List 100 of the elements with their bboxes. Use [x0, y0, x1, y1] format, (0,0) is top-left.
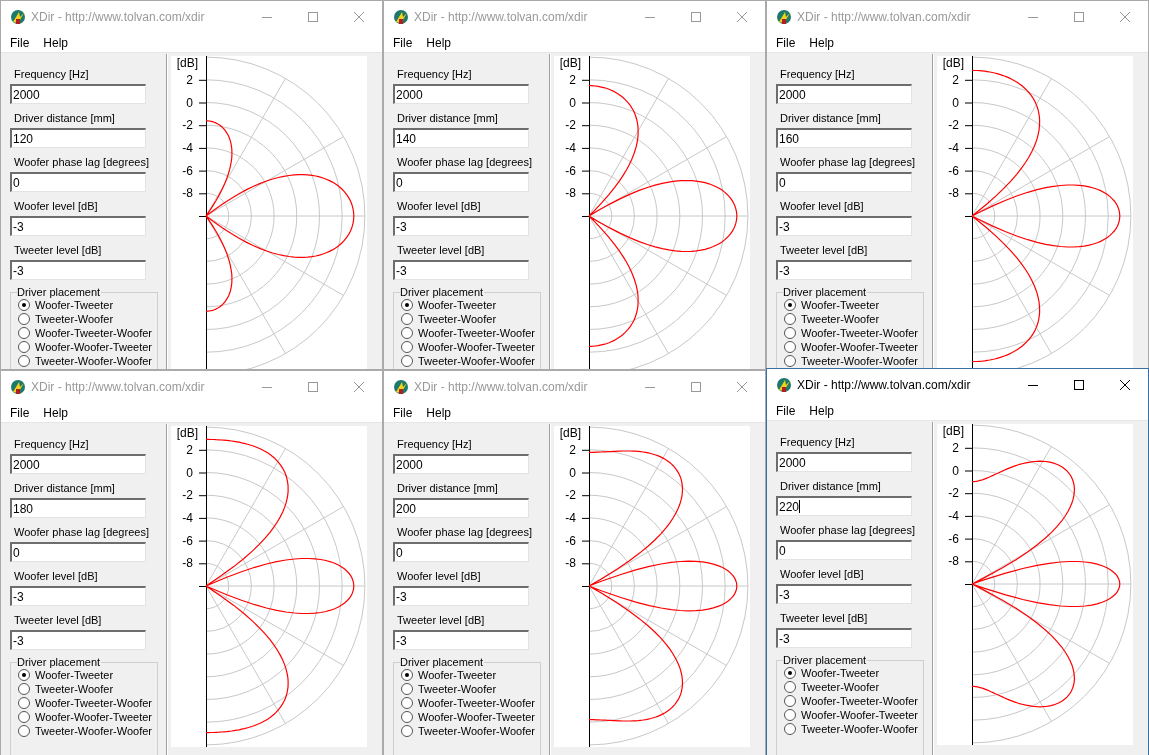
input-field[interactable]: 200 [393, 498, 529, 518]
input-field[interactable]: 0 [10, 542, 146, 562]
menu-item[interactable]: Help [36, 33, 76, 52]
menu-item[interactable]: Help [802, 33, 842, 52]
input-field[interactable]: -3 [393, 260, 529, 280]
radio-button[interactable] [784, 327, 796, 339]
input-field[interactable]: -3 [776, 260, 912, 280]
radio-option[interactable]: Woofer-Tweeter-Woofer [784, 695, 918, 707]
input-field[interactable]: 120 [10, 128, 146, 148]
radio-option[interactable]: Tweeter-Woofer-Woofer [401, 355, 535, 367]
radio-button[interactable] [401, 355, 413, 367]
radio-button[interactable] [784, 299, 796, 311]
menu-item[interactable]: File [769, 401, 803, 420]
input-field[interactable]: 0 [393, 172, 529, 192]
menu-item[interactable]: Help [419, 33, 459, 52]
input-field[interactable]: 2000 [776, 84, 912, 104]
input-field[interactable]: 2000 [776, 452, 912, 472]
radio-option[interactable]: Tweeter-Woofer [18, 313, 114, 325]
radio-button[interactable] [784, 723, 796, 735]
input-field[interactable]: 2000 [10, 84, 146, 104]
radio-button[interactable] [784, 681, 796, 693]
radio-button[interactable] [784, 313, 796, 325]
radio-option[interactable]: Woofer-Tweeter-Woofer [784, 327, 918, 339]
radio-button[interactable] [784, 695, 796, 707]
radio-option[interactable]: Tweeter-Woofer-Woofer [401, 725, 535, 737]
input-field[interactable]: -3 [10, 260, 146, 280]
input-field[interactable]: -3 [10, 586, 146, 606]
radio-button[interactable] [18, 313, 30, 325]
radio-option[interactable]: Tweeter-Woofer-Woofer [784, 355, 918, 367]
radio-option[interactable]: Tweeter-Woofer [784, 313, 880, 325]
radio-option[interactable]: Tweeter-Woofer [784, 681, 880, 693]
radio-button[interactable] [401, 697, 413, 709]
input-field[interactable]: 2000 [10, 454, 146, 474]
radio-button[interactable] [401, 711, 413, 723]
radio-option[interactable]: Tweeter-Woofer-Woofer [784, 723, 918, 735]
input-field[interactable]: 0 [10, 172, 146, 192]
input-field[interactable]: -3 [776, 628, 912, 648]
radio-button[interactable] [784, 667, 796, 679]
radio-option[interactable]: Woofer-Tweeter-Woofer [18, 327, 152, 339]
input-field[interactable]: -3 [393, 630, 529, 650]
radio-button[interactable] [784, 709, 796, 721]
input-field[interactable]: -3 [393, 216, 529, 236]
radio-button[interactable] [784, 355, 796, 367]
radio-option[interactable]: Tweeter-Woofer-Woofer [18, 725, 152, 737]
radio-button[interactable] [18, 669, 30, 681]
input-field[interactable]: -3 [776, 216, 912, 236]
input-field[interactable]: 2000 [393, 454, 529, 474]
input-field[interactable]: -3 [393, 586, 529, 606]
input-field[interactable]: 0 [776, 172, 912, 192]
radio-button[interactable] [18, 327, 30, 339]
input-field[interactable]: 0 [393, 542, 529, 562]
input-field[interactable]: 160 [776, 128, 912, 148]
radio-option[interactable]: Woofer-Tweeter [18, 669, 114, 681]
radio-button[interactable] [18, 725, 30, 737]
menu-item[interactable]: File [3, 33, 37, 52]
radio-option[interactable]: Woofer-Tweeter [784, 299, 880, 311]
radio-button[interactable] [401, 313, 413, 325]
input-field[interactable]: -3 [10, 216, 146, 236]
radio-button[interactable] [401, 725, 413, 737]
radio-button[interactable] [401, 683, 413, 695]
menu-item[interactable]: File [386, 33, 420, 52]
menu-item[interactable]: Help [36, 403, 76, 422]
radio-button[interactable] [18, 341, 30, 353]
menu-item[interactable]: File [769, 33, 803, 52]
radio-option[interactable]: Tweeter-Woofer [401, 313, 497, 325]
menu-item[interactable]: Help [419, 403, 459, 422]
radio-option[interactable]: Tweeter-Woofer [401, 683, 497, 695]
radio-option[interactable]: Woofer-Tweeter-Woofer [18, 697, 152, 709]
input-field[interactable]: -3 [10, 630, 146, 650]
menu-item[interactable]: Help [802, 401, 842, 420]
radio-option[interactable]: Woofer-Woofer-Tweeter [784, 709, 918, 721]
radio-option[interactable]: Woofer-Woofer-Tweeter [784, 341, 918, 353]
menu-item[interactable]: File [386, 403, 420, 422]
input-field[interactable]: 0 [776, 540, 912, 560]
radio-option[interactable]: Woofer-Woofer-Tweeter [18, 341, 152, 353]
radio-button[interactable] [18, 683, 30, 695]
radio-option[interactable]: Woofer-Tweeter [401, 299, 497, 311]
radio-button[interactable] [401, 327, 413, 339]
input-field[interactable]: -3 [776, 584, 912, 604]
radio-option[interactable]: Woofer-Tweeter [401, 669, 497, 681]
input-field[interactable]: 180 [10, 498, 146, 518]
radio-option[interactable]: Tweeter-Woofer [18, 683, 114, 695]
radio-button[interactable] [18, 299, 30, 311]
radio-option[interactable]: Woofer-Tweeter [18, 299, 114, 311]
radio-option[interactable]: Woofer-Tweeter-Woofer [401, 327, 535, 339]
radio-button[interactable] [18, 697, 30, 709]
radio-button[interactable] [18, 355, 30, 367]
radio-option[interactable]: Woofer-Tweeter-Woofer [401, 697, 535, 709]
input-field[interactable]: 220 [776, 496, 912, 516]
radio-button[interactable] [401, 299, 413, 311]
radio-option[interactable]: Woofer-Tweeter [784, 667, 880, 679]
radio-option[interactable]: Woofer-Woofer-Tweeter [18, 711, 152, 723]
menu-item[interactable]: File [3, 403, 37, 422]
input-field[interactable]: 140 [393, 128, 529, 148]
radio-button[interactable] [784, 341, 796, 353]
radio-button[interactable] [401, 341, 413, 353]
radio-option[interactable]: Woofer-Woofer-Tweeter [401, 341, 535, 353]
radio-button[interactable] [401, 669, 413, 681]
radio-option[interactable]: Woofer-Woofer-Tweeter [401, 711, 535, 723]
input-field[interactable]: 2000 [393, 84, 529, 104]
